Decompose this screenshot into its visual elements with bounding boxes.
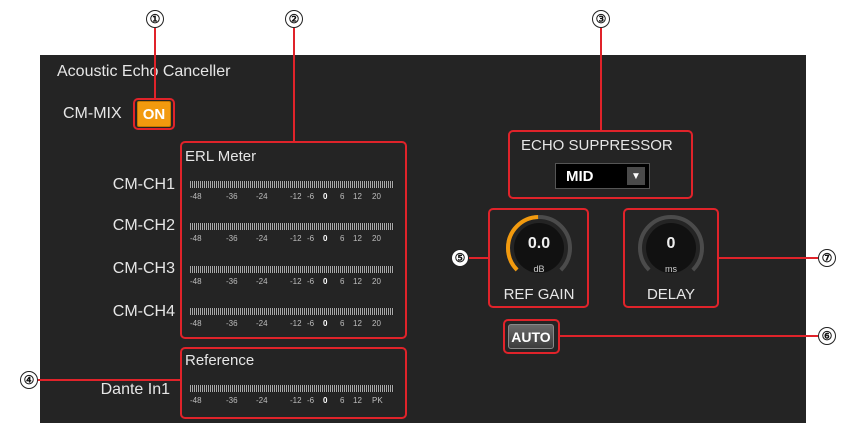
leader-line-6: [560, 335, 818, 337]
channel-label-4: CM-CH4: [112, 303, 175, 320]
erl-meter-heading: ERL Meter: [185, 148, 257, 165]
meter-bar: [190, 385, 394, 392]
reference-meter: -48 -36 -24 -12 -6 0 6 12 PK: [190, 385, 396, 411]
echo-suppressor-select[interactable]: MID ▼: [555, 163, 650, 189]
ref-gain-value: 0.0: [527, 235, 551, 252]
callout-number-4: ④: [20, 371, 38, 389]
erl-meter-ch4: -48 -36 -24 -12 -6 0 6 12 20: [190, 308, 396, 334]
panel-title: Acoustic Echo Canceller: [57, 63, 231, 80]
meter-scale: -48 -36 -24 -12 -6 0 6 12 20: [190, 277, 381, 286]
leader-line-7: [719, 257, 818, 259]
callout-number-3: ③: [592, 10, 610, 28]
echo-suppressor-heading: ECHO SUPPRESSOR: [521, 137, 673, 154]
callout-number-1: ①: [146, 10, 164, 28]
meter-scale: -48 -36 -24 -12 -6 0 6 12 20: [190, 319, 381, 328]
chevron-down-icon[interactable]: ▼: [627, 167, 645, 185]
cm-mix-label: CM-MIX: [63, 105, 122, 122]
erl-meter-ch2: -48 -36 -24 -12 -6 0 6 12 20: [190, 223, 396, 249]
callout-number-6: ⑥: [818, 327, 836, 345]
meter-bar: [190, 223, 394, 230]
meter-scale: -48 -36 -24 -12 -6 0 6 12 20: [190, 234, 381, 243]
ref-gain-unit: dB: [533, 264, 545, 274]
delay-label: DELAY: [646, 286, 696, 303]
leader-line-1: [154, 28, 156, 98]
delay-unit: ms: [665, 264, 677, 274]
meter-bar: [190, 266, 394, 273]
leader-line-5: [469, 257, 488, 259]
erl-meter-ch1: -48 -36 -24 -12 -6 0 6 12 20: [190, 181, 396, 207]
leader-line-2: [293, 28, 295, 141]
meter-bar: [190, 181, 394, 188]
meter-scale: -48 -36 -24 -12 -6 0 6 12 PK: [190, 396, 383, 405]
reference-channel-label: Dante In1: [100, 381, 170, 398]
channel-label-1: CM-CH1: [112, 176, 175, 193]
leader-line-3: [600, 28, 602, 130]
callout-number-5: ⑤: [451, 249, 469, 267]
meter-scale: -48 -36 -24 -12 -6 0 6 12 20: [190, 192, 381, 201]
channel-label-2: CM-CH2: [112, 217, 175, 234]
erl-meter-ch3: -48 -36 -24 -12 -6 0 6 12 20: [190, 266, 396, 292]
channel-label-3: CM-CH3: [112, 260, 175, 277]
auto-button[interactable]: AUTO: [508, 324, 554, 349]
meter-bar: [190, 308, 394, 315]
reference-heading: Reference: [185, 352, 255, 369]
delay-value: 0: [666, 235, 676, 252]
ref-gain-label: REF GAIN: [503, 286, 575, 303]
echo-suppressor-value: MID: [566, 168, 594, 185]
callout-number-7: ⑦: [818, 249, 836, 267]
callout-number-2: ②: [285, 10, 303, 28]
leader-line-4: [38, 379, 180, 381]
cm-mix-on-button[interactable]: ON: [137, 101, 171, 127]
